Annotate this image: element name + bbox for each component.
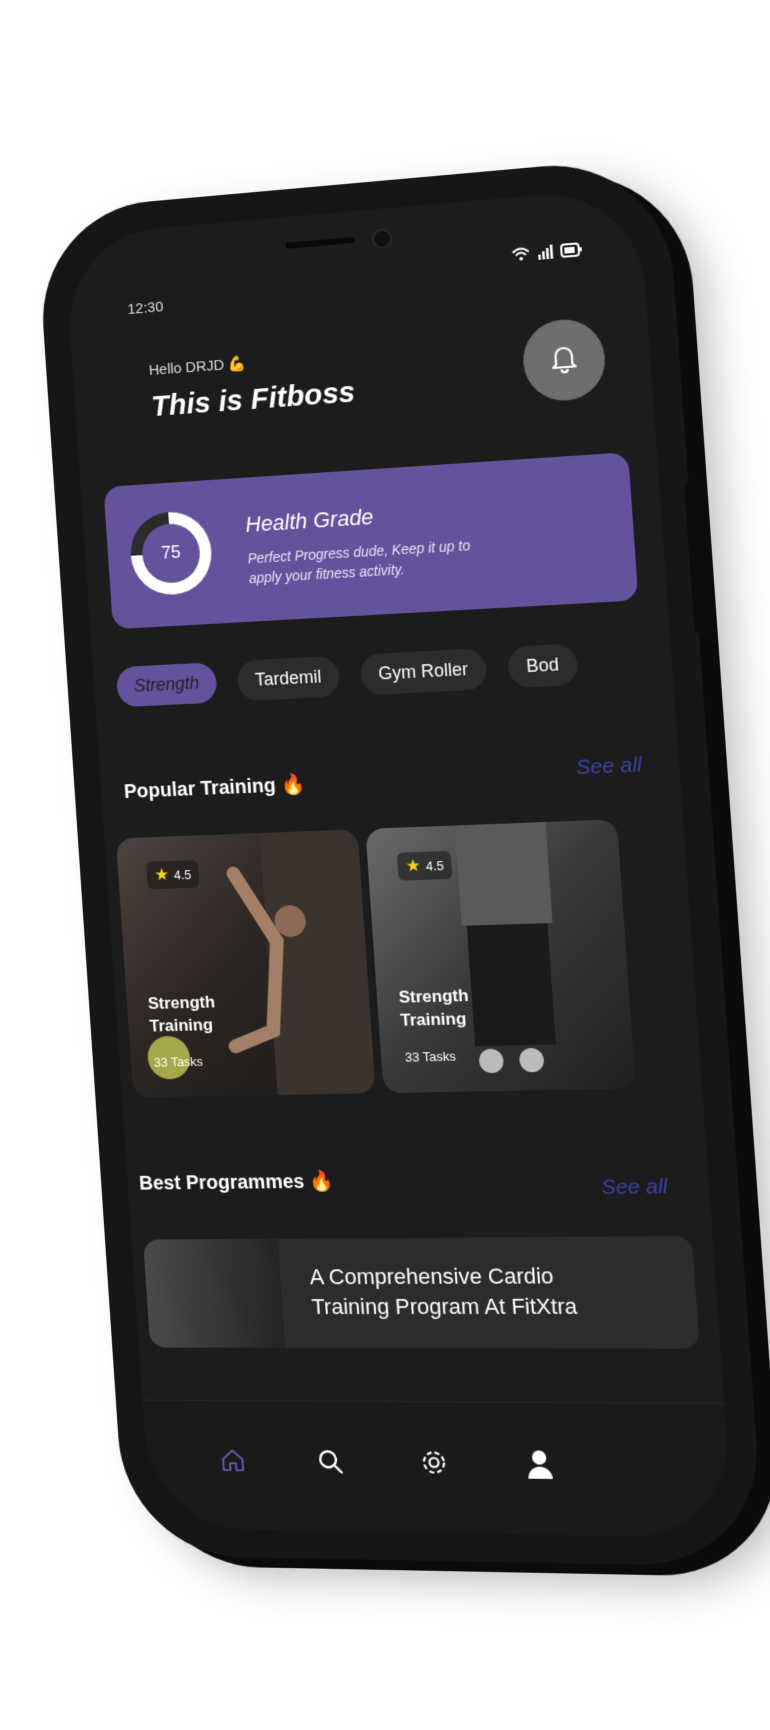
card-title: Strength Training	[147, 992, 216, 1036]
battery-icon	[560, 243, 584, 262]
health-progress-ring: 75	[128, 509, 215, 597]
side-button	[683, 480, 710, 635]
wifi-icon	[511, 247, 538, 266]
chip-strength[interactable]: Strength	[115, 662, 218, 708]
rating-badge: ★ 4.5	[396, 850, 453, 881]
category-chips: Strength Tardemil Gym Roller Bod	[115, 642, 602, 708]
speaker-notch	[285, 237, 355, 249]
app-screen: 12:30 Hello DRJD 💪 This is Fitboss 75 He…	[63, 186, 734, 1538]
health-grade-card[interactable]: 75 Health Grade Perfect Progress dude, K…	[103, 452, 639, 630]
rating-badge: ★ 4.5	[145, 860, 200, 890]
popular-see-all-link[interactable]: See all	[575, 753, 643, 780]
search-icon	[317, 1448, 345, 1479]
bottom-nav	[142, 1399, 734, 1538]
popular-training-title: Popular Training 🔥	[123, 773, 307, 803]
settings-icon	[419, 1448, 449, 1481]
status-icons	[511, 242, 584, 266]
programme-card[interactable]: A Comprehensive Cardio Training Program …	[143, 1236, 700, 1349]
chip-tardemil[interactable]: Tardemil	[236, 655, 341, 702]
bell-icon	[549, 341, 580, 378]
chip-gym-roller[interactable]: Gym Roller	[359, 648, 488, 696]
star-icon: ★	[153, 865, 170, 885]
front-camera	[371, 227, 393, 250]
star-icon: ★	[404, 855, 422, 876]
training-card[interactable]: ★ 4.5 Strength Training 33 Tasks	[115, 829, 376, 1098]
nav-home[interactable]	[212, 1442, 253, 1482]
nav-profile[interactable]	[518, 1445, 561, 1486]
programme-title: A Comprehensive Cardio Training Program …	[308, 1263, 578, 1320]
page-title: This is Fitboss	[150, 375, 357, 423]
health-grade-value: 75	[160, 542, 182, 563]
rating-value: 4.5	[173, 867, 192, 883]
health-grade-description: Perfect Progress dude, Keep it up to app…	[247, 537, 471, 587]
card-tasks: 33 Tasks	[153, 1053, 204, 1070]
greeting-text: Hello DRJD 💪	[148, 355, 247, 380]
card-tasks: 33 Tasks	[404, 1048, 457, 1065]
chip-bod[interactable]: Bod	[506, 643, 579, 689]
training-card[interactable]: ★ 4.5 Strength Training 33 Tasks	[365, 819, 636, 1094]
nav-settings[interactable]	[413, 1444, 456, 1485]
profile-icon	[524, 1448, 555, 1484]
signal-icon	[536, 244, 561, 264]
notification-button[interactable]	[520, 316, 608, 404]
home-icon	[219, 1447, 246, 1478]
rating-value: 4.5	[425, 858, 445, 874]
card-title: Strength Training	[398, 985, 470, 1030]
nav-search[interactable]	[309, 1443, 351, 1483]
phone-frame: 12:30 Hello DRJD 💪 This is Fitboss 75 He…	[35, 155, 766, 1567]
programme-photo	[143, 1238, 286, 1348]
programmes-see-all-link[interactable]: See all	[601, 1175, 669, 1200]
status-time: 12:30	[126, 298, 164, 318]
health-grade-title: Health Grade	[244, 504, 375, 537]
best-programmes-title: Best Programmes 🔥	[138, 1170, 335, 1195]
